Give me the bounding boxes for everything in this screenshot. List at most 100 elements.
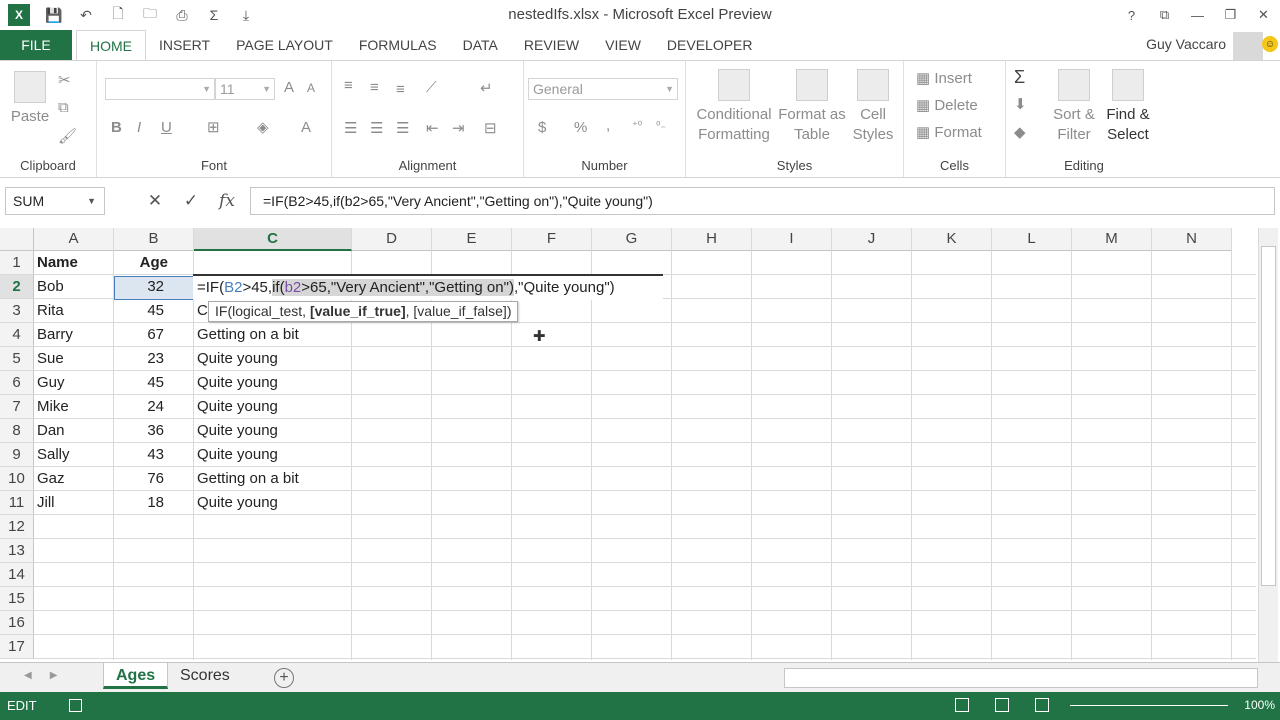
row-header-16[interactable]: 16 xyxy=(0,611,34,635)
increase-indent-icon[interactable]: ⇥ xyxy=(452,119,465,137)
name-box[interactable]: SUM ▼ xyxy=(5,187,105,215)
cell-c7[interactable]: Quite young xyxy=(194,395,352,419)
cell-b2[interactable]: 32 xyxy=(114,275,194,299)
column-header-h[interactable]: H xyxy=(672,228,752,251)
cell-c5[interactable]: Quite young xyxy=(194,347,352,371)
cell-b3[interactable]: 45 xyxy=(114,299,194,323)
conditional-formatting-button[interactable]: Conditional Formatting xyxy=(690,69,778,145)
number-format-combo[interactable]: General ▼ xyxy=(528,78,678,100)
wrap-text-icon[interactable]: ↵ xyxy=(480,79,493,97)
ribbon-display-icon[interactable]: ⧉ xyxy=(1148,0,1181,30)
cell-c8[interactable]: Quite young xyxy=(194,419,352,443)
fill-icon[interactable]: ⬇ xyxy=(1014,95,1027,113)
shrink-font-icon[interactable]: A xyxy=(307,81,315,95)
cell-b11[interactable]: 18 xyxy=(114,491,194,515)
align-center-icon[interactable]: ☰ xyxy=(370,119,383,137)
clear-icon[interactable]: ◆ xyxy=(1014,123,1026,141)
font-color-icon[interactable]: A xyxy=(301,119,311,136)
font-size-combo[interactable]: 11 ▼ xyxy=(215,78,275,100)
copy-icon[interactable]: ⧉ xyxy=(58,99,69,116)
cell-c10[interactable]: Getting on a bit xyxy=(194,467,352,491)
cell-b4[interactable]: 67 xyxy=(114,323,194,347)
borders-icon[interactable]: ⊞ xyxy=(207,118,220,136)
row-header-17[interactable]: 17 xyxy=(0,635,34,659)
grow-font-icon[interactable]: A xyxy=(284,79,294,96)
column-header-b[interactable]: B xyxy=(114,228,194,251)
cell-c11[interactable]: Quite young xyxy=(194,491,352,515)
align-left-icon[interactable]: ☰ xyxy=(344,119,357,137)
fill-color-icon[interactable]: ◈ xyxy=(257,118,269,136)
page-layout-view-icon[interactable] xyxy=(995,698,1009,712)
tab-home[interactable]: HOME xyxy=(76,30,146,61)
column-header-e[interactable]: E xyxy=(432,228,512,251)
column-header-a[interactable]: A xyxy=(34,228,114,251)
add-sheet-icon[interactable]: + xyxy=(274,668,294,688)
row-header-5[interactable]: 5 xyxy=(0,347,34,371)
row-header-12[interactable]: 12 xyxy=(0,515,34,539)
macro-record-icon[interactable] xyxy=(69,699,82,712)
formula-input[interactable]: =IF(B2>45,if(b2>65,"Very Ancient","Getti… xyxy=(250,187,1275,215)
currency-button[interactable]: $ xyxy=(538,119,546,136)
format-as-table-button[interactable]: Format as Table xyxy=(776,69,848,145)
cell-c2-editor[interactable]: =IF(B2>45,if(b2>65,"Very Ancient","Getti… xyxy=(193,274,663,300)
find-select-button[interactable]: Find & Select xyxy=(1100,69,1156,145)
format-painter-icon[interactable]: 🖌 xyxy=(58,127,77,145)
align-middle-icon[interactable]: ≡ xyxy=(370,79,379,96)
row-header-2[interactable]: 2 xyxy=(0,275,34,299)
increase-decimal-icon[interactable]: ⁺⁰ xyxy=(632,119,642,132)
sheet-nav-arrows-icon[interactable]: ◀▶ xyxy=(24,670,75,681)
cell-styles-button[interactable]: Cell Styles xyxy=(846,69,900,145)
cell-b9[interactable]: 43 xyxy=(114,443,194,467)
enter-icon[interactable]: ✓ xyxy=(173,191,209,211)
tab-file[interactable]: FILE xyxy=(0,30,72,60)
column-header-f[interactable]: F xyxy=(512,228,592,251)
cell-a3[interactable]: Rita xyxy=(34,299,114,323)
column-header-n[interactable]: N xyxy=(1152,228,1232,251)
cell-b6[interactable]: 45 xyxy=(114,371,194,395)
row-header-1[interactable]: 1 xyxy=(0,251,34,275)
sort-filter-button[interactable]: Sort & Filter xyxy=(1046,69,1102,145)
normal-view-icon[interactable] xyxy=(955,698,969,712)
page-break-view-icon[interactable] xyxy=(1035,698,1049,712)
percent-button[interactable]: % xyxy=(574,119,587,136)
cell-b1[interactable]: Age xyxy=(114,251,194,275)
tab-page-layout[interactable]: PAGE LAYOUT xyxy=(223,30,346,60)
cell-c4[interactable]: Getting on a bit xyxy=(194,323,352,347)
align-right-icon[interactable]: ☰ xyxy=(396,119,409,137)
zoom-level[interactable]: 100% xyxy=(1244,698,1275,712)
paste-button[interactable]: Paste xyxy=(10,71,50,127)
decrease-decimal-icon[interactable]: ⁰₋ xyxy=(656,119,666,132)
underline-button[interactable]: U xyxy=(161,119,172,136)
select-all-corner[interactable] xyxy=(0,228,34,251)
row-header-7[interactable]: 7 xyxy=(0,395,34,419)
vertical-scroll-thumb[interactable] xyxy=(1261,246,1276,586)
insert-function-icon[interactable]: fx xyxy=(209,191,245,211)
column-header-g[interactable]: G xyxy=(592,228,672,251)
row-header-3[interactable]: 3 xyxy=(0,299,34,323)
cell-b8[interactable]: 36 xyxy=(114,419,194,443)
horizontal-scrollbar[interactable] xyxy=(784,668,1258,688)
row-header-15[interactable]: 15 xyxy=(0,587,34,611)
cancel-icon[interactable]: ✕ xyxy=(137,191,173,211)
decrease-indent-icon[interactable]: ⇤ xyxy=(426,119,439,137)
column-header-c[interactable]: C xyxy=(194,228,352,251)
zoom-slider[interactable] xyxy=(1070,705,1228,706)
cell-a10[interactable]: Gaz xyxy=(34,467,114,491)
column-header-d[interactable]: D xyxy=(352,228,432,251)
column-header-i[interactable]: I xyxy=(752,228,832,251)
row-header-14[interactable]: 14 xyxy=(0,563,34,587)
cell-a4[interactable]: Barry xyxy=(34,323,114,347)
avatar[interactable] xyxy=(1233,32,1263,60)
cell-b10[interactable]: 76 xyxy=(114,467,194,491)
cell-a1[interactable]: Name xyxy=(34,251,114,275)
format-cells-button[interactable]: ▦ Format xyxy=(916,123,982,141)
row-header-4[interactable]: 4 xyxy=(0,323,34,347)
merge-center-icon[interactable]: ⊟ xyxy=(484,119,497,137)
row-header-10[interactable]: 10 xyxy=(0,467,34,491)
user-name[interactable]: Guy Vaccaro xyxy=(1146,36,1226,52)
italic-button[interactable]: I xyxy=(137,119,141,136)
cell-a6[interactable]: Guy xyxy=(34,371,114,395)
worksheet-grid[interactable]: A B C D E F G H I J K L M N 1 2 3 4 5 6 … xyxy=(0,228,1256,660)
column-header-m[interactable]: M xyxy=(1072,228,1152,251)
cell-c9[interactable]: Quite young xyxy=(194,443,352,467)
